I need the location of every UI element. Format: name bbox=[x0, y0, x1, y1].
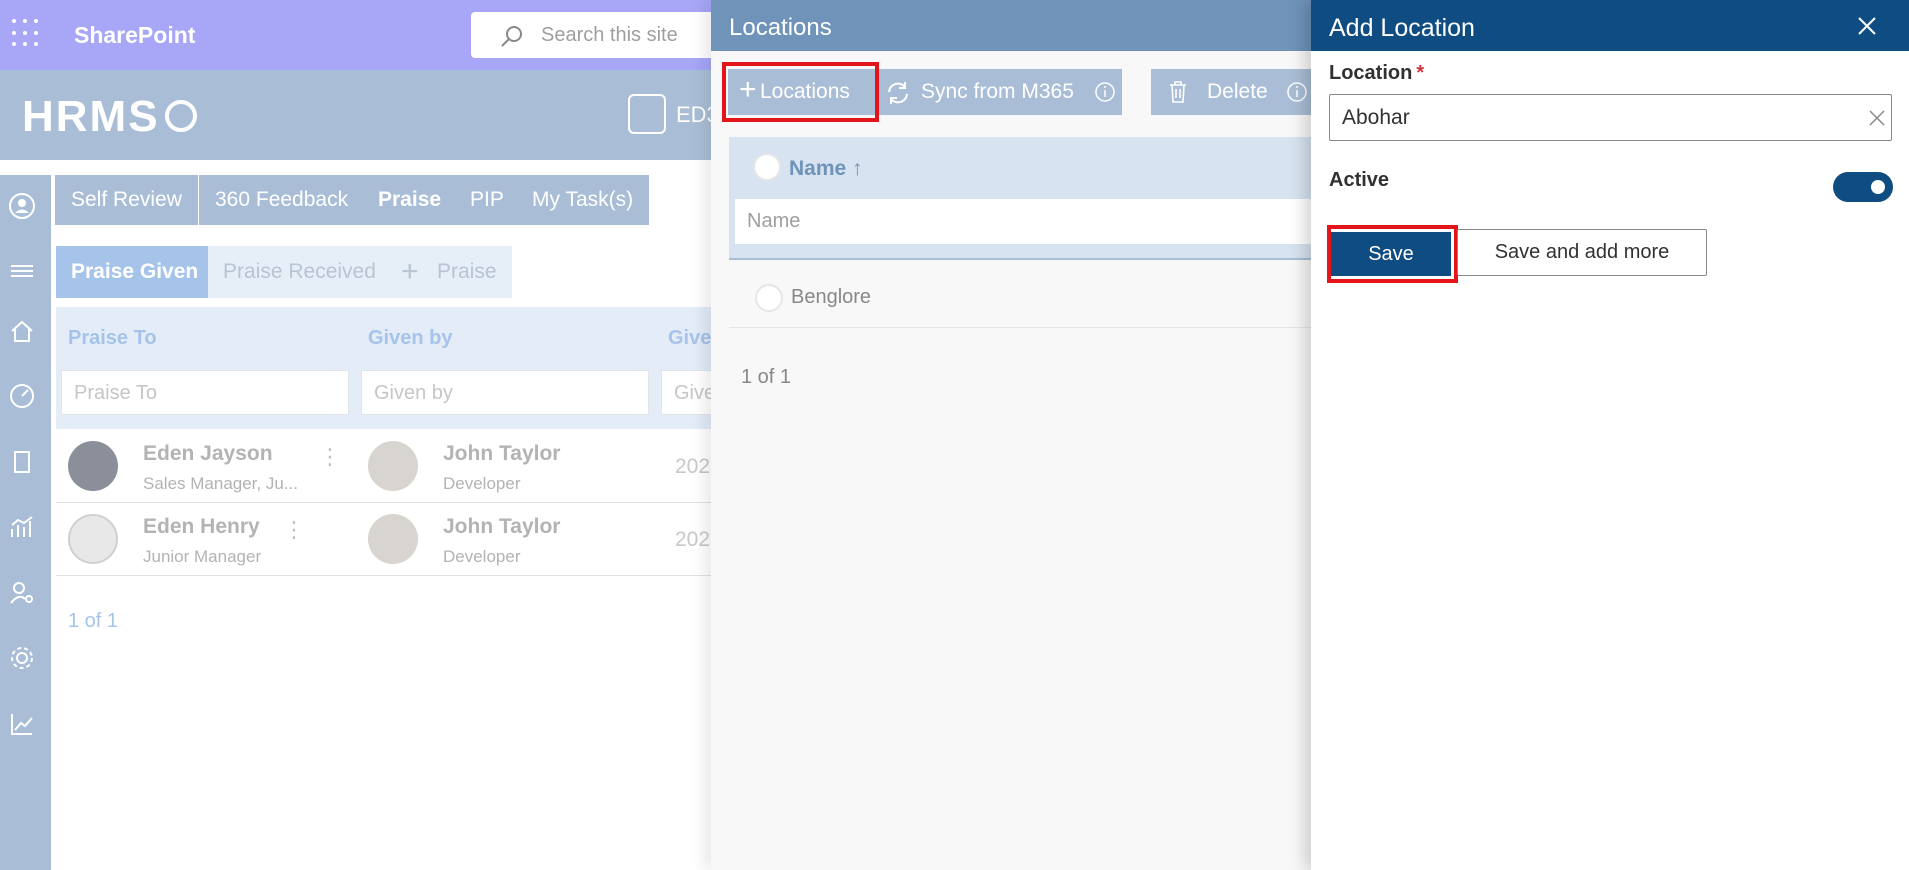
active-label: Active bbox=[1329, 169, 1390, 191]
tab-360-feedback[interactable]: 360 Feedback bbox=[199, 175, 365, 225]
list-item[interactable]: Benglore bbox=[729, 268, 1311, 328]
filter-given-by[interactable]: Given by bbox=[361, 370, 649, 415]
given-by-name: John Taylor bbox=[443, 515, 561, 538]
left-navigation bbox=[0, 175, 51, 870]
plus-icon: + bbox=[401, 255, 419, 288]
praise-to-name: Eden Jayson bbox=[143, 442, 273, 465]
given-on-date: 202 bbox=[675, 455, 711, 478]
highlight-save bbox=[1327, 225, 1458, 283]
site-search-box[interactable]: Search this site bbox=[471, 12, 731, 58]
location-input[interactable] bbox=[1342, 95, 1842, 140]
sharepoint-brand[interactable]: SharePoint bbox=[74, 22, 195, 49]
locations-grid-header: Name ↑ Name bbox=[729, 137, 1311, 260]
add-location-title: Add Location bbox=[1329, 14, 1475, 42]
locations-panel: Locations + Locations Sync from M365 Del… bbox=[711, 0, 1311, 870]
location-name: Benglore bbox=[791, 286, 872, 308]
app-launcher-icon[interactable] bbox=[12, 19, 42, 49]
tab-praise[interactable]: Praise bbox=[362, 175, 458, 225]
hrms-logo-mark-icon bbox=[165, 100, 197, 132]
subtab-praise-given[interactable]: Praise Given bbox=[56, 246, 214, 298]
column-name[interactable]: Name ↑ bbox=[789, 157, 863, 181]
given-on-date: 202 bbox=[675, 528, 711, 551]
avatar bbox=[368, 514, 418, 564]
home-icon[interactable] bbox=[8, 317, 36, 345]
avatar bbox=[68, 514, 118, 564]
locations-toolbar: + Locations Sync from M365 Delete bbox=[711, 51, 1311, 131]
search-placeholder: Search this site bbox=[541, 24, 678, 46]
sync-m365-button[interactable]: Sync from M365 bbox=[871, 69, 1086, 115]
add-praise-label: Praise bbox=[437, 260, 497, 283]
praise-content: Self Review 360 Feedback Praise PIP My T… bbox=[51, 160, 949, 870]
sync-label: Sync from M365 bbox=[921, 80, 1074, 103]
location-label: Location * bbox=[1329, 62, 1424, 85]
praise-grid-header: Praise To Given by Give Praise To Given … bbox=[56, 307, 949, 429]
more-options-icon[interactable]: ⋮ bbox=[283, 517, 305, 543]
dashboard-icon[interactable] bbox=[8, 382, 36, 410]
praise-to-title: Sales Manager, Ju... bbox=[143, 474, 298, 493]
filter-name[interactable]: Name bbox=[735, 199, 1311, 244]
tab-pip[interactable]: PIP bbox=[454, 175, 520, 225]
table-row[interactable]: Eden Jayson Sales Manager, Ju... ⋮ John … bbox=[56, 430, 721, 503]
given-by-title: Developer bbox=[443, 474, 521, 493]
avatar bbox=[68, 441, 118, 491]
highlight-add-locations bbox=[722, 62, 879, 122]
settings-icon[interactable] bbox=[8, 644, 36, 672]
hrms-header: HRMS ED3 bbox=[0, 70, 720, 160]
row-select-radio[interactable] bbox=[755, 284, 783, 312]
analytics-icon[interactable] bbox=[8, 710, 36, 738]
praise-to-title: Junior Manager bbox=[143, 547, 262, 566]
locations-title: Locations bbox=[729, 14, 832, 41]
hrms-logo: HRMS bbox=[22, 92, 160, 141]
praise-to-name: Eden Henry bbox=[143, 515, 260, 538]
given-by-name: John Taylor bbox=[443, 442, 561, 465]
sync-icon bbox=[888, 82, 908, 104]
select-all-radio[interactable] bbox=[753, 153, 781, 181]
active-toggle[interactable] bbox=[1833, 172, 1893, 202]
locations-header: Locations bbox=[711, 0, 1311, 51]
trash-icon bbox=[1170, 81, 1186, 103]
column-given-on[interactable]: Give bbox=[668, 327, 711, 350]
location-label-text: Location bbox=[1329, 62, 1413, 84]
clear-icon[interactable] bbox=[1868, 109, 1886, 127]
pager: 1 of 1 bbox=[741, 366, 792, 388]
add-praise-button[interactable]: + Praise bbox=[387, 246, 512, 298]
sync-info-icon[interactable] bbox=[1086, 69, 1122, 115]
column-given-by[interactable]: Given by bbox=[368, 327, 452, 350]
search-icon bbox=[501, 26, 522, 47]
add-location-header: Add Location bbox=[1311, 0, 1909, 51]
document-icon[interactable] bbox=[8, 448, 36, 476]
menu-icon[interactable] bbox=[8, 257, 36, 285]
delete-label: Delete bbox=[1207, 80, 1268, 103]
save-and-add-more-button[interactable]: Save and add more bbox=[1457, 229, 1707, 276]
tab-my-tasks[interactable]: My Task(s) bbox=[516, 175, 650, 225]
location-field[interactable] bbox=[1329, 94, 1892, 141]
employee-card-icon[interactable] bbox=[628, 94, 666, 134]
more-options-icon[interactable]: ⋮ bbox=[319, 444, 341, 470]
toggle-knob bbox=[1871, 180, 1885, 194]
close-icon[interactable] bbox=[1851, 10, 1883, 42]
profile-icon[interactable] bbox=[8, 192, 36, 220]
filter-praise-to[interactable]: Praise To bbox=[61, 370, 349, 415]
subtab-praise-received[interactable]: Praise Received bbox=[208, 246, 391, 298]
table-row[interactable]: Eden Henry Junior Manager ⋮ John Taylor … bbox=[56, 503, 721, 576]
tab-self-review[interactable]: Self Review bbox=[55, 175, 198, 225]
column-praise-to[interactable]: Praise To bbox=[68, 327, 157, 350]
delete-info-icon[interactable] bbox=[1286, 81, 1308, 103]
add-location-panel: Add Location Location* Active Save Save … bbox=[1311, 0, 1909, 870]
avatar bbox=[368, 441, 418, 491]
given-by-title: Developer bbox=[443, 547, 521, 566]
delete-button[interactable]: Delete bbox=[1151, 69, 1311, 115]
required-mark: * bbox=[1416, 62, 1425, 84]
user-settings-icon[interactable] bbox=[8, 579, 36, 607]
reports-icon[interactable] bbox=[8, 513, 36, 541]
pager: 1 of 1 bbox=[68, 610, 119, 632]
